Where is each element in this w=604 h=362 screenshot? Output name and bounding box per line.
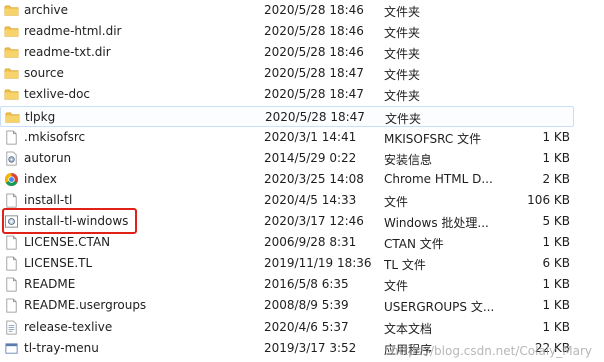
file-date: 2020/5/28 18:46 xyxy=(264,24,364,39)
file-name: archive xyxy=(24,3,69,17)
folder-icon xyxy=(4,45,19,60)
text-file-icon xyxy=(4,320,19,335)
file-type: 文件 xyxy=(384,194,409,209)
file-date: 2006/9/28 8:31 xyxy=(264,235,357,250)
file-row[interactable]: source 2020/5/28 18:47 文件夹 xyxy=(0,63,604,84)
file-name: .mkisofsrc xyxy=(24,129,86,144)
file-row[interactable]: LICENSE.TL 2019/11/19 18:36 TL 文件 6 KB xyxy=(0,253,604,274)
file-type: CTAN 文件 xyxy=(384,237,444,252)
file-size: 5 KB xyxy=(542,214,570,228)
file-type: 安装信息 xyxy=(384,152,433,167)
file-date: 2020/5/28 18:47 xyxy=(264,87,364,102)
settings-file-icon xyxy=(4,151,19,166)
file-type: USERGROUPS 文... xyxy=(384,300,495,315)
file-type: TL 文件 xyxy=(384,258,426,273)
file-type: Chrome HTML D... xyxy=(384,171,493,186)
file-size: 1 KB xyxy=(542,129,570,144)
file-row[interactable]: release-texlive 2020/4/6 5:37 文本文档 1 KB xyxy=(0,317,604,338)
file-name: LICENSE.CTAN xyxy=(24,235,111,250)
file-name: README.usergroups xyxy=(24,298,147,313)
file-size: 2 KB xyxy=(542,171,570,186)
file-type: 文件 xyxy=(384,279,409,294)
file-row[interactable]: README.usergroups 2008/8/9 5:39 USERGROUPS… xyxy=(0,295,604,316)
file-type: 文件夹 xyxy=(384,5,421,19)
file-name: tl-tray-menu xyxy=(24,340,99,355)
file-size: 1 KB xyxy=(542,150,570,165)
file-name: release-texlive xyxy=(24,319,113,334)
file-row[interactable]: readme-html.dir 2020/5/28 18:46 文件夹 xyxy=(0,21,604,42)
file-icon xyxy=(4,277,19,292)
file-name: LICENSE.TL xyxy=(24,256,93,271)
file-size: 6 KB xyxy=(542,256,570,271)
file-type: Windows 批处理... xyxy=(384,216,489,230)
watermark: https://blog.csdn.net/Colaly_Mary xyxy=(391,344,592,358)
file-type: 文件夹 xyxy=(384,26,421,41)
file-row[interactable]: index 2020/3/25 14:08 Chrome HTML D... 2 KB xyxy=(0,169,604,190)
file-type: 文件夹 xyxy=(384,47,421,62)
file-icon xyxy=(4,235,19,250)
file-type: 文本文档 xyxy=(384,321,433,336)
file-row[interactable]: README 2016/5/8 6:35 文件 1 KB xyxy=(0,274,604,295)
folder-icon xyxy=(4,87,19,102)
chrome-icon xyxy=(4,172,19,187)
file-date: 2020/4/5 14:33 xyxy=(264,192,357,207)
file-name: readme-txt.dir xyxy=(24,45,111,60)
file-date: 2016/5/8 6:35 xyxy=(264,277,349,292)
folder-icon xyxy=(4,66,19,81)
file-row[interactable]: texlive-doc 2020/5/28 18:47 文件夹 xyxy=(0,84,604,105)
file-icon xyxy=(4,193,19,208)
file-date: 2020/5/28 18:46 xyxy=(264,3,364,17)
folder-icon xyxy=(5,110,20,125)
file-list: archive 2020/5/28 18:46 文件夹 readme-html.dir… xyxy=(0,0,604,362)
file-type: 文件夹 xyxy=(384,68,421,83)
file-name: index xyxy=(24,171,57,186)
file-icon xyxy=(4,256,19,271)
file-size: 1 KB xyxy=(542,277,570,292)
file-size: 1 KB xyxy=(542,319,570,334)
file-name: source xyxy=(24,66,64,81)
file-date: 2014/5/29 0:22 xyxy=(264,150,357,165)
highlight-box xyxy=(2,208,137,234)
file-date: 2019/11/19 18:36 xyxy=(264,256,372,271)
file-date: 2020/5/28 18:47 xyxy=(264,66,364,81)
file-date: 2020/3/17 12:46 xyxy=(264,214,364,228)
folder-icon xyxy=(4,24,19,39)
file-name: readme-html.dir xyxy=(24,24,122,39)
file-date: 2020/3/1 14:41 xyxy=(264,129,357,144)
file-size: 1 KB xyxy=(542,298,570,313)
file-type: 文件夹 xyxy=(385,111,422,126)
file-row[interactable]: readme-txt.dir 2020/5/28 18:46 文件夹 xyxy=(0,42,604,63)
file-row[interactable]: tlpkg 2020/5/28 18:47 文件夹 xyxy=(0,105,574,127)
file-row[interactable]: .mkisofsrc 2020/3/1 14:41 MKISOFSRC 文件 1 KB xyxy=(0,127,604,148)
file-name: README xyxy=(24,277,76,292)
file-date: 2020/4/6 5:37 xyxy=(264,319,349,334)
file-date: 2020/5/28 18:46 xyxy=(264,45,364,60)
file-type: 文件夹 xyxy=(384,89,421,104)
app-icon xyxy=(4,341,19,356)
file-type: MKISOFSRC 文件 xyxy=(384,131,482,146)
file-date: 2008/8/9 5:39 xyxy=(264,298,349,313)
file-row[interactable]: archive 2020/5/28 18:46 文件夹 xyxy=(0,0,604,21)
folder-icon xyxy=(4,3,19,18)
file-row[interactable]: autorun 2014/5/29 0:22 安装信息 1 KB xyxy=(0,148,604,169)
file-date: 2020/5/28 18:47 xyxy=(265,109,365,124)
file-row[interactable]: LICENSE.CTAN 2006/9/28 8:31 CTAN 文件 1 KB xyxy=(0,232,604,253)
file-date: 2020/3/25 14:08 xyxy=(264,171,364,186)
file-date: 2019/3/17 3:52 xyxy=(264,340,357,355)
file-size: 1 KB xyxy=(542,235,570,250)
file-icon xyxy=(4,130,19,145)
file-name: autorun xyxy=(24,150,72,165)
file-name: install-tl xyxy=(24,192,73,207)
file-icon xyxy=(4,298,19,313)
file-size: 106 KB xyxy=(527,192,570,207)
file-name: tlpkg xyxy=(25,109,56,124)
file-name: texlive-doc xyxy=(24,87,91,102)
